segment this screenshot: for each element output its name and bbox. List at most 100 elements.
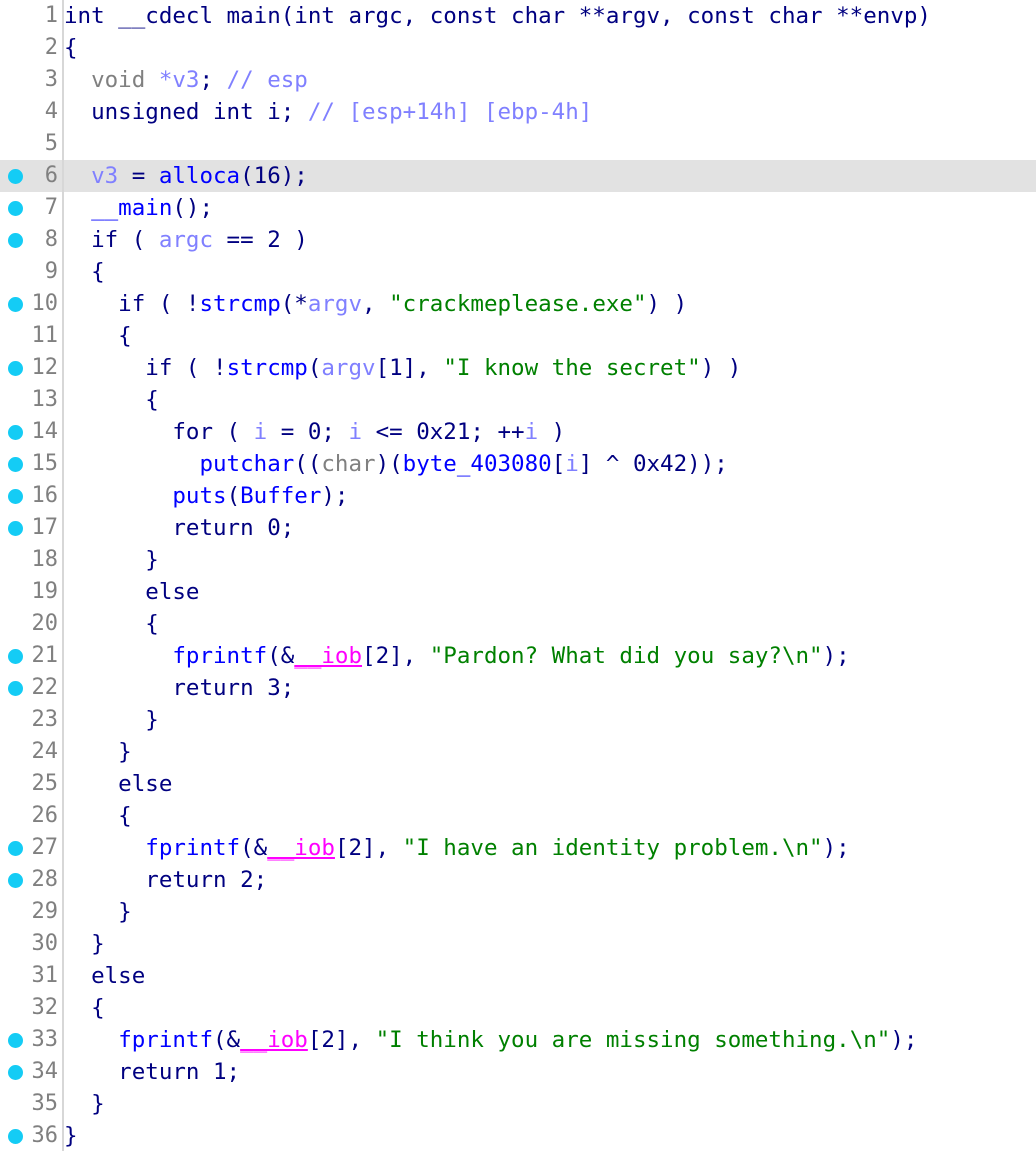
- code-token[interactable]: i: [565, 451, 579, 477]
- code-text[interactable]: return 0;: [64, 512, 294, 544]
- code-line[interactable]: 25 else: [0, 768, 1036, 800]
- code-text[interactable]: }: [64, 704, 159, 736]
- code-token[interactable]: // [esp+14h] [ebp-4h]: [308, 99, 592, 125]
- code-token[interactable]: ) ): [701, 355, 742, 381]
- code-line[interactable]: 8 if ( argc == 2 ): [0, 224, 1036, 256]
- code-text[interactable]: {: [64, 256, 105, 288]
- code-line[interactable]: 7 __main();: [0, 192, 1036, 224]
- code-token[interactable]: return 3;: [64, 675, 294, 701]
- code-token[interactable]: }: [64, 1091, 105, 1117]
- code-token[interactable]: );: [321, 483, 348, 509]
- code-text[interactable]: }: [64, 928, 105, 960]
- code-token[interactable]: void: [91, 67, 145, 93]
- code-line[interactable]: 20 {: [0, 608, 1036, 640]
- code-token[interactable]: puts: [172, 483, 226, 509]
- pseudocode-view[interactable]: 1 int __cdecl main(int argc, const char *…: [0, 0, 1036, 1151]
- code-token[interactable]: for (: [64, 419, 254, 445]
- code-token[interactable]: [: [552, 451, 566, 477]
- code-token[interactable]: (: [227, 483, 241, 509]
- code-text[interactable]: if ( !strcmp(*argv, "crackmeplease.exe")…: [64, 288, 687, 320]
- code-token[interactable]: fprintf: [172, 643, 267, 669]
- code-token[interactable]: v3: [91, 163, 118, 189]
- code-line[interactable]: 21 fprintf(&__iob[2], "Pardon? What did …: [0, 640, 1036, 672]
- code-token[interactable]: if ( !: [64, 291, 199, 317]
- code-token[interactable]: }: [64, 899, 132, 925]
- code-text[interactable]: if ( !strcmp(argv[1], "I know the secret…: [64, 352, 741, 384]
- code-line[interactable]: 26 {: [0, 800, 1036, 832]
- code-token[interactable]: ,: [362, 291, 389, 317]
- code-text[interactable]: {: [64, 384, 159, 416]
- code-text[interactable]: {: [64, 32, 78, 64]
- code-text[interactable]: return 3;: [64, 672, 294, 704]
- code-text[interactable]: v3 = alloca(16);: [64, 160, 308, 192]
- code-token[interactable]: return 2;: [64, 867, 267, 893]
- code-token[interactable]: else: [64, 579, 199, 605]
- code-token[interactable]: strcmp: [199, 291, 280, 317]
- code-token[interactable]: "Pardon? What did you say?\n": [430, 643, 823, 669]
- code-token[interactable]: ) ): [647, 291, 688, 317]
- code-token[interactable]: i: [348, 419, 362, 445]
- code-text[interactable]: for ( i = 0; i <= 0x21; ++i ): [64, 416, 565, 448]
- code-line[interactable]: 23 }: [0, 704, 1036, 736]
- code-token[interactable]: ] ^ 0x42));: [579, 451, 728, 477]
- code-token[interactable]: argv: [308, 291, 362, 317]
- code-line[interactable]: 27 fprintf(&__iob[2], "I have an identit…: [0, 832, 1036, 864]
- code-line[interactable]: 31 else: [0, 960, 1036, 992]
- code-token[interactable]: [2],: [335, 835, 403, 861]
- code-text[interactable]: else: [64, 960, 145, 992]
- code-token[interactable]: [2],: [308, 1027, 376, 1053]
- code-token[interactable]: "crackmeplease.exe": [389, 291, 646, 317]
- code-line[interactable]: 29 }: [0, 896, 1036, 928]
- code-token[interactable]: {: [64, 323, 132, 349]
- code-token[interactable]: // esp: [227, 67, 308, 93]
- code-token[interactable]: int __cdecl main(int argc, const char **…: [64, 3, 931, 29]
- code-text[interactable]: putchar((char)(byte_403080[i] ^ 0x42));: [64, 448, 728, 480]
- code-token[interactable]: fprintf: [118, 1027, 213, 1053]
- code-text[interactable]: return 2;: [64, 864, 267, 896]
- code-token[interactable]: {: [64, 995, 105, 1021]
- code-token[interactable]: [64, 835, 145, 861]
- code-line[interactable]: 12 if ( !strcmp(argv[1], "I know the sec…: [0, 352, 1036, 384]
- code-token[interactable]: if ( !: [64, 355, 226, 381]
- code-line[interactable]: 9 {: [0, 256, 1036, 288]
- code-token[interactable]: <= 0x21; ++: [362, 419, 525, 445]
- code-line[interactable]: 16 puts(Buffer);: [0, 480, 1036, 512]
- code-token[interactable]: }: [64, 547, 159, 573]
- code-token[interactable]: {: [64, 803, 132, 829]
- code-line[interactable]: 30 }: [0, 928, 1036, 960]
- code-token[interactable]: [2],: [362, 643, 430, 669]
- code-token[interactable]: *v3: [159, 67, 200, 93]
- code-token[interactable]: {: [64, 35, 78, 61]
- code-token[interactable]: = 0;: [267, 419, 348, 445]
- code-token[interactable]: =: [118, 163, 159, 189]
- code-token[interactable]: }: [64, 707, 159, 733]
- code-line[interactable]: 13 {: [0, 384, 1036, 416]
- code-line[interactable]: 10 if ( !strcmp(*argv, "crackmeplease.ex…: [0, 288, 1036, 320]
- code-token[interactable]: [64, 451, 199, 477]
- code-line[interactable]: 17 return 0;: [0, 512, 1036, 544]
- code-text[interactable]: {: [64, 320, 132, 352]
- code-text[interactable]: {: [64, 992, 105, 1024]
- code-line[interactable]: 11 {: [0, 320, 1036, 352]
- code-token[interactable]: return 0;: [64, 515, 294, 541]
- code-token[interactable]: "I have an identity problem.\n": [403, 835, 823, 861]
- code-token[interactable]: }: [64, 1123, 78, 1149]
- code-token[interactable]: i: [254, 419, 268, 445]
- code-token[interactable]: [1],: [376, 355, 444, 381]
- code-token[interactable]: )(: [376, 451, 403, 477]
- code-token[interactable]: "I think you are missing something.\n": [376, 1027, 891, 1053]
- code-token[interactable]: argc: [159, 227, 213, 253]
- code-text[interactable]: fprintf(&__iob[2], "Pardon? What did you…: [64, 640, 849, 672]
- code-text[interactable]: }: [64, 1088, 105, 1120]
- code-token[interactable]: );: [890, 1027, 917, 1053]
- code-token[interactable]: char: [321, 451, 375, 477]
- code-text[interactable]: unsigned int i; // [esp+14h] [ebp-4h]: [64, 96, 592, 128]
- code-line[interactable]: 35 }: [0, 1088, 1036, 1120]
- code-line[interactable]: 14 for ( i = 0; i <= 0x21; ++i ): [0, 416, 1036, 448]
- code-line[interactable]: 28 return 2;: [0, 864, 1036, 896]
- code-line[interactable]: 22 return 3;: [0, 672, 1036, 704]
- code-text[interactable]: fprintf(&__iob[2], "I have an identity p…: [64, 832, 849, 864]
- code-line[interactable]: 19 else: [0, 576, 1036, 608]
- code-token[interactable]: alloca: [159, 163, 240, 189]
- code-text[interactable]: }: [64, 544, 159, 576]
